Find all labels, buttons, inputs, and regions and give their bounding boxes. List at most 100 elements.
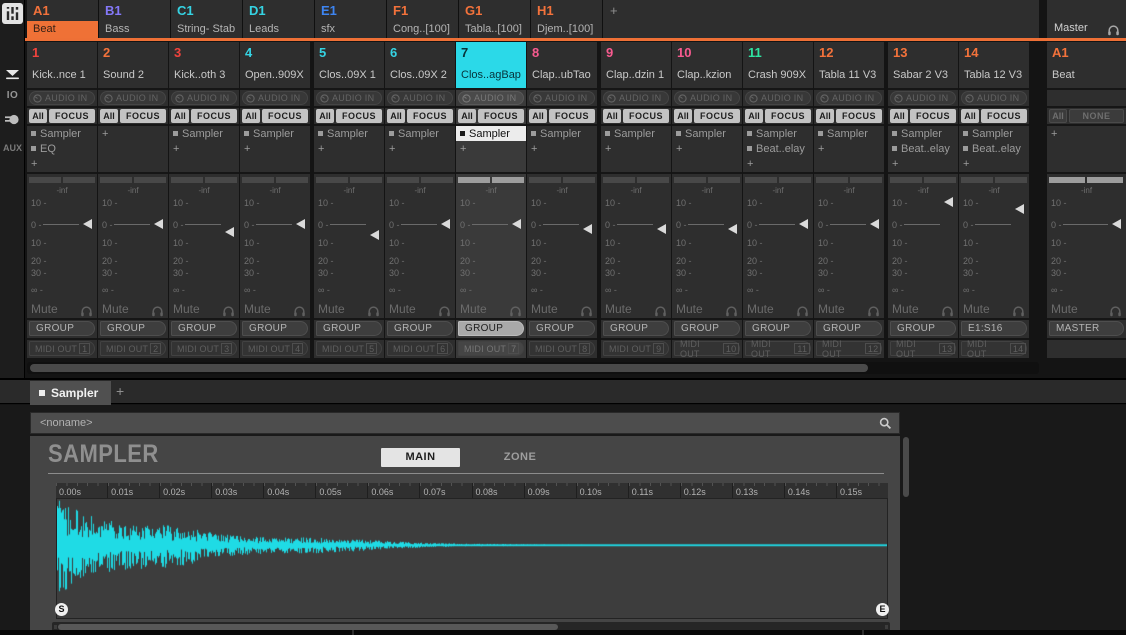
- audio-in-button[interactable]: AUDIO IN: [316, 91, 382, 105]
- output-routing-button[interactable]: GROUP: [242, 321, 308, 336]
- output-routing-button[interactable]: E1:S16: [961, 321, 1027, 336]
- plugin-slot[interactable]: Sampler: [743, 126, 813, 141]
- search-icon[interactable]: [879, 417, 892, 430]
- midi-out-button[interactable]: MIDI OUT5: [316, 341, 382, 356]
- output-routing-button[interactable]: GROUP: [387, 321, 453, 336]
- mute-button[interactable]: Mute: [244, 302, 271, 316]
- scroll-right-nub[interactable]: [885, 625, 888, 629]
- all-button[interactable]: All: [100, 109, 118, 123]
- output-routing-button[interactable]: GROUP: [529, 321, 595, 336]
- fader-triangle[interactable]: [370, 230, 379, 240]
- group-tab-c1[interactable]: C1String- Stab: [171, 0, 243, 38]
- focus-button[interactable]: FOCUS: [191, 109, 237, 123]
- fader-triangle[interactable]: [1112, 219, 1121, 229]
- audio-in-button[interactable]: AUDIO IN: [100, 91, 166, 105]
- output-routing-button[interactable]: GROUP: [745, 321, 811, 336]
- strip-header[interactable]: 2Sound 2: [98, 42, 168, 88]
- focus-button[interactable]: FOCUS: [336, 109, 382, 123]
- plugin-slot[interactable]: Sampler: [240, 126, 310, 141]
- focus-button[interactable]: FOCUS: [407, 109, 453, 123]
- output-routing-button[interactable]: GROUP: [890, 321, 956, 336]
- fader-triangle[interactable]: [512, 219, 521, 229]
- add-plugin-button[interactable]: +: [672, 141, 742, 156]
- headphone-cue-icon[interactable]: [367, 304, 380, 315]
- midi-out-button[interactable]: MIDI OUT12: [816, 341, 882, 356]
- plugin-slot[interactable]: Beat..elay: [959, 141, 1029, 156]
- mute-button[interactable]: Mute: [460, 302, 487, 316]
- headphone-cue-icon[interactable]: [222, 304, 235, 315]
- headphone-cue-icon[interactable]: [580, 304, 593, 315]
- audio-in-button[interactable]: AUDIO IN: [242, 91, 308, 105]
- all-button[interactable]: All: [529, 109, 547, 123]
- headphone-icon[interactable]: [1107, 23, 1120, 34]
- headphone-cue-icon[interactable]: [941, 304, 954, 315]
- audio-in-button[interactable]: AUDIO IN: [458, 91, 524, 105]
- add-plugin-button[interactable]: +: [169, 141, 239, 156]
- all-button[interactable]: All: [387, 109, 405, 123]
- fader-triangle[interactable]: [441, 219, 450, 229]
- mixer-horizontal-scrollbar[interactable]: [27, 362, 1039, 374]
- mute-button[interactable]: Mute: [531, 302, 558, 316]
- fader-triangle[interactable]: [657, 224, 666, 234]
- mute-button[interactable]: Mute: [963, 302, 990, 316]
- output-routing-button[interactable]: GROUP: [458, 321, 524, 336]
- mute-button[interactable]: Mute: [747, 302, 774, 316]
- output-routing-button[interactable]: GROUP: [674, 321, 740, 336]
- strip-header[interactable]: 9Clap..dzin 1: [601, 42, 671, 88]
- midi-out-button[interactable]: MIDI OUT9: [603, 341, 669, 356]
- add-plugin-button[interactable]: +: [98, 126, 168, 141]
- fader-triangle[interactable]: [870, 219, 879, 229]
- add-group-button[interactable]: +: [603, 0, 1039, 38]
- editor-vertical-scrollbar[interactable]: [903, 437, 909, 497]
- all-button[interactable]: All: [29, 109, 47, 123]
- output-routing-button[interactable]: GROUP: [816, 321, 882, 336]
- fader-triangle[interactable]: [799, 219, 808, 229]
- headphone-cue-icon[interactable]: [80, 304, 93, 315]
- all-button[interactable]: All: [674, 109, 692, 123]
- output-routing-button[interactable]: GROUP: [100, 321, 166, 336]
- strip-header[interactable]: 8Clap..ubTao: [527, 42, 597, 88]
- all-button[interactable]: All: [603, 109, 621, 123]
- mute-button[interactable]: Mute: [676, 302, 703, 316]
- fader-triangle[interactable]: [225, 227, 234, 237]
- sample-name-field[interactable]: <noname>: [30, 412, 900, 434]
- group-tab-a1[interactable]: A1Beat: [27, 0, 99, 38]
- strip-header[interactable]: 13Sabar 2 V3: [888, 42, 958, 88]
- output-routing-button[interactable]: GROUP: [171, 321, 237, 336]
- aux-section-toggle[interactable]: AUX: [0, 143, 25, 153]
- headphone-cue-icon[interactable]: [509, 304, 522, 315]
- all-button[interactable]: All: [1049, 109, 1067, 123]
- focus-button[interactable]: FOCUS: [623, 109, 669, 123]
- add-plugin-button[interactable]: +: [888, 156, 958, 171]
- focus-button[interactable]: FOCUS: [981, 109, 1027, 123]
- plugin-slot[interactable]: Sampler: [385, 126, 455, 141]
- add-plugin-button[interactable]: +: [814, 141, 884, 156]
- add-plugin-button[interactable]: +: [601, 141, 671, 156]
- plugin-slot[interactable]: Sampler: [27, 126, 97, 141]
- sample-end-marker[interactable]: E: [876, 603, 889, 616]
- midi-out-button[interactable]: MIDI OUT14: [961, 341, 1027, 356]
- all-button[interactable]: All: [745, 109, 763, 123]
- group-tab-h1[interactable]: H1Djem..[100]: [531, 0, 603, 38]
- add-plugin-button[interactable]: +: [385, 141, 455, 156]
- group-tab-b1[interactable]: B1Bass: [99, 0, 171, 38]
- add-plugin-button[interactable]: +: [27, 156, 97, 171]
- focus-button[interactable]: FOCUS: [836, 109, 882, 123]
- collapse-arrow-icon[interactable]: [5, 68, 20, 80]
- plugin-slot[interactable]: Sampler: [456, 126, 526, 141]
- audio-in-button[interactable]: AUDIO IN: [890, 91, 956, 105]
- sample-start-marker[interactable]: S: [55, 603, 68, 616]
- strip-header[interactable]: 5Clos..09X 1: [314, 42, 384, 88]
- fader-triangle[interactable]: [728, 224, 737, 234]
- audio-in-button[interactable]: AUDIO IN: [29, 91, 95, 105]
- add-plugin-button[interactable]: +: [456, 141, 526, 156]
- midi-out-button[interactable]: MIDI OUT4: [242, 341, 308, 356]
- midi-out-button[interactable]: MIDI OUT8: [529, 341, 595, 356]
- midi-out-button[interactable]: MIDI OUT13: [890, 341, 956, 356]
- add-plugin-button[interactable]: +: [959, 156, 1029, 171]
- headphone-cue-icon[interactable]: [1109, 304, 1122, 315]
- mixer-hscrollbar-thumb[interactable]: [30, 364, 868, 372]
- group-tab-d1[interactable]: D1Leads: [243, 0, 315, 38]
- none-button[interactable]: NONE: [1069, 109, 1124, 123]
- all-button[interactable]: All: [890, 109, 908, 123]
